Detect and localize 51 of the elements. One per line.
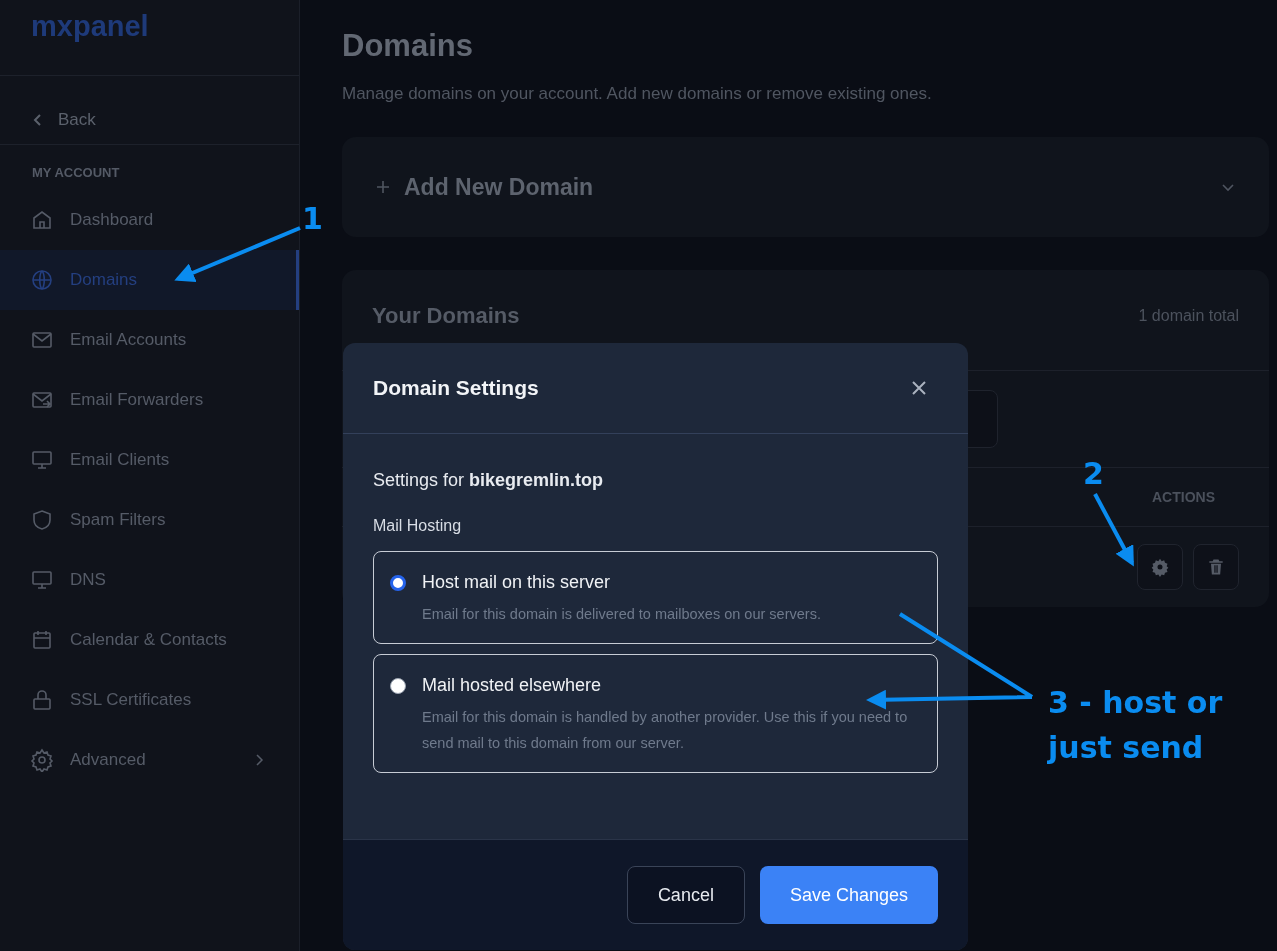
- home-icon: [30, 208, 54, 232]
- gear-icon: [30, 748, 54, 772]
- annotation-label: 3 - host or just send: [1048, 684, 1224, 767]
- radio-option[interactable]: Mail hosted elsewhere Email for this domain is handled by another provider. Use this if you need to send mail to this domain from our server.: [373, 654, 938, 773]
- column-header: ACTIONS: [1152, 489, 1215, 505]
- globe-icon: [30, 268, 54, 292]
- sidebar-item[interactable]: Email Clients: [0, 430, 299, 490]
- calendar-icon: [30, 628, 54, 652]
- sidebar-item[interactable]: DNS: [0, 550, 299, 610]
- sidebar-item[interactable]: Domains: [0, 250, 299, 310]
- radio-button[interactable]: [390, 678, 406, 694]
- option-title: Mail hosted elsewhere: [422, 675, 603, 696]
- annotation-label: 2: [1083, 455, 1104, 493]
- section-heading: MY ACCOUNT: [31, 164, 121, 182]
- sidebar-item[interactable]: Calendar & Contacts: [0, 610, 299, 670]
- lock-icon: [30, 688, 54, 712]
- close-button[interactable]: [910, 379, 928, 397]
- add-domain-panel[interactable]: Add New Domain: [342, 137, 1269, 237]
- sidebar-item[interactable]: Spam Filters: [0, 490, 299, 550]
- section-label: Mail Hosting: [373, 517, 463, 535]
- page-subtitle: Manage domains on your account. Add new domains or remove existing ones.: [342, 84, 933, 104]
- radio-option[interactable]: Host mail on this server Email for this domain is delivered to mailboxes on our servers.: [373, 551, 938, 644]
- sidebar-item[interactable]: Advanced: [0, 730, 299, 790]
- close-icon: [910, 379, 928, 397]
- chevron-icon: [32, 114, 44, 126]
- option-description: Email for this domain is delivered to mailboxes on our servers.: [422, 605, 821, 624]
- plus-icon: [374, 178, 392, 196]
- sidebar-item[interactable]: Dashboard: [0, 190, 299, 250]
- settings-button[interactable]: [1137, 544, 1183, 590]
- card-title: Your Domains: [372, 303, 520, 329]
- delete-button[interactable]: [1193, 544, 1239, 590]
- settings-heading: Settings for bikegremlin.top: [373, 470, 605, 491]
- option-description: Email for this domain is handled by another provider. Use this if you need to send mail to this domain from our server.: [422, 708, 909, 753]
- annotation-label: 1: [302, 200, 323, 238]
- domain-count: 1 domain total: [1138, 307, 1239, 325]
- save-button[interactable]: Save Changes: [759, 866, 938, 924]
- radio-button[interactable]: [390, 575, 406, 591]
- sidebar-item[interactable]: Email Forwarders: [0, 370, 299, 430]
- page-title: Domains: [342, 28, 474, 64]
- trash-icon: [1206, 557, 1226, 577]
- monitor-icon: [30, 448, 54, 472]
- shield-icon: [30, 508, 54, 532]
- monitor-icon: [30, 568, 54, 592]
- sidebar-item[interactable]: SSL Certificates: [0, 670, 299, 730]
- back-link[interactable]: Back: [0, 76, 299, 145]
- settings-icon: [1150, 557, 1170, 577]
- sidebar-item[interactable]: Email Accounts: [0, 310, 299, 370]
- option-title: Host mail on this server: [422, 572, 612, 593]
- cancel-button[interactable]: Cancel: [626, 866, 745, 924]
- logo: mxpanel: [0, 0, 299, 76]
- dialog-title: Domain Settings: [373, 376, 539, 400]
